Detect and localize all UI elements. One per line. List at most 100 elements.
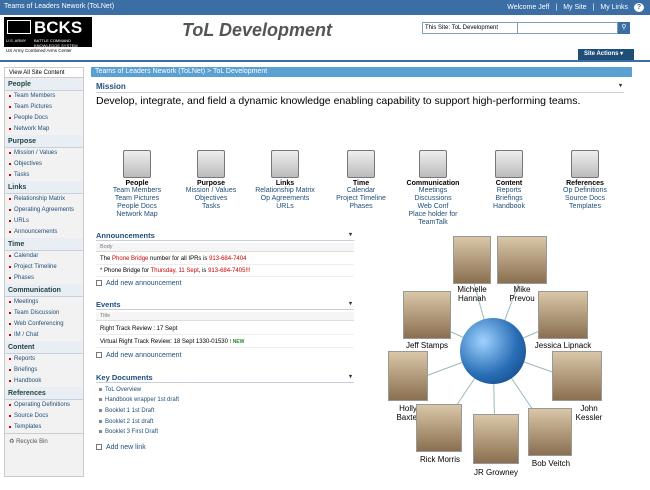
nav-item[interactable]: Meetings [5, 297, 83, 308]
nav-item[interactable]: Handbook [5, 376, 83, 387]
category-label[interactable]: Content [472, 180, 546, 187]
category-link[interactable]: Team Members [100, 187, 174, 195]
search-input[interactable] [518, 22, 618, 34]
bcks-logo[interactable]: BCKS U.S. ARMY BATTLE COMMAND KNOWLEDGE … [4, 17, 92, 48]
nav-heading-content[interactable]: Content [5, 341, 83, 354]
web-part-menu-icon[interactable]: ▾ [349, 300, 352, 307]
nav-heading-people[interactable]: People [5, 78, 83, 91]
category-link[interactable]: Phases [324, 203, 398, 211]
nav-item[interactable]: Mission / Values [5, 148, 83, 159]
category-link[interactable]: Handbook [472, 203, 546, 211]
category-link[interactable]: URLs [248, 203, 322, 211]
nav-heading-communication[interactable]: Communication [5, 284, 83, 297]
my-site-link[interactable]: My Site [563, 4, 586, 11]
event-row[interactable]: Virtual Right Track Review: 18 Sept 1330… [96, 336, 354, 348]
category-link[interactable]: Project Timeline [324, 195, 398, 203]
links-icon[interactable] [271, 150, 299, 178]
nav-item[interactable]: Team Pictures [5, 102, 83, 113]
nav-item[interactable]: Calendar [5, 251, 83, 262]
content-icon[interactable] [495, 150, 523, 178]
site-actions-menu[interactable]: Site Actions ▾ [578, 49, 634, 60]
nav-item[interactable]: Announcements [5, 227, 83, 238]
nav-heading-purpose[interactable]: Purpose [5, 135, 83, 148]
category-link[interactable]: Source Docs [548, 195, 622, 203]
category-link[interactable]: Relationship Matrix [248, 187, 322, 195]
nav-item[interactable]: Network Map [5, 124, 83, 135]
category-label[interactable]: Purpose [174, 180, 248, 187]
category-link[interactable]: Reports [472, 187, 546, 195]
category-link[interactable]: Calendar [324, 187, 398, 195]
time-icon[interactable] [347, 150, 375, 178]
category-link[interactable]: Network Map [100, 211, 174, 219]
document-link[interactable]: ToL Overview [99, 386, 141, 395]
site-name-link[interactable]: Teams of Leaders Nework (ToLNet) [4, 3, 114, 10]
search-scope-select[interactable]: This Site: ToL Development [422, 22, 518, 34]
web-part-menu-icon[interactable]: ▾ [619, 82, 622, 89]
search-icon[interactable]: ⚲ [618, 22, 630, 34]
nav-item[interactable]: Source Docs [5, 411, 83, 422]
nav-item[interactable]: People Docs [5, 113, 83, 124]
document-link[interactable]: Booklet 1 1st Draft [99, 407, 154, 416]
nav-item[interactable]: Phases [5, 273, 83, 284]
category-link[interactable]: Place holder for [396, 211, 470, 219]
category-label[interactable]: References [548, 180, 622, 187]
category-link[interactable]: Web Conf [396, 203, 470, 211]
welcome-menu[interactable]: Welcome Jeff [507, 4, 549, 11]
category-link[interactable]: Discussions [396, 195, 470, 203]
nav-item[interactable]: Team Members [5, 91, 83, 102]
event-row[interactable]: Right Track Review : 17 Sept [96, 323, 354, 335]
nav-item[interactable]: IM / Chat [5, 330, 83, 341]
nav-heading-references[interactable]: References [5, 387, 83, 400]
add-event-link[interactable]: Add new announcement [96, 351, 182, 361]
nav-heading-links[interactable]: Links [5, 181, 83, 194]
category-link[interactable]: Op Definitions [548, 187, 622, 195]
add-link-link[interactable]: Add new link [96, 443, 146, 453]
add-announcement-link[interactable]: Add new announcement [96, 279, 182, 289]
nav-item[interactable]: URLs [5, 216, 83, 227]
title-column-header[interactable]: Title [96, 312, 354, 321]
recycle-bin-link[interactable]: ♻ Recycle Bin [5, 433, 83, 449]
web-part-menu-icon[interactable]: ▾ [349, 373, 352, 380]
category-link[interactable]: Meetings [396, 187, 470, 195]
my-links-menu[interactable]: My Links [600, 4, 628, 11]
nav-item[interactable]: Templates [5, 422, 83, 433]
category-label[interactable]: Links [248, 180, 322, 187]
events-heading[interactable]: Events ▾ [96, 300, 354, 310]
announcement-row[interactable]: The Phone Bridge number for all IPRs is … [96, 253, 354, 265]
nav-item[interactable]: Web Conferencing [5, 319, 83, 330]
key-documents-heading[interactable]: Key Documents ▾ [96, 373, 354, 383]
category-link[interactable]: TeamTalk [396, 219, 470, 227]
category-link[interactable]: Templates [548, 203, 622, 211]
nav-item[interactable]: Relationship Matrix [5, 194, 83, 205]
nav-heading-time[interactable]: Time [5, 238, 83, 251]
nav-item[interactable]: Operating Agreements [5, 205, 83, 216]
document-link[interactable]: Booklet 3 First Draft [99, 428, 158, 437]
nav-item[interactable]: Team Discussion [5, 308, 83, 319]
category-link[interactable]: Objectives [174, 195, 248, 203]
announcements-heading[interactable]: Announcements ▾ [96, 231, 354, 241]
nav-item[interactable]: Tasks [5, 170, 83, 181]
communication-icon[interactable] [419, 150, 447, 178]
category-link[interactable]: Tasks [174, 203, 248, 211]
view-all-content-link[interactable]: View All Site Content [5, 68, 83, 78]
nav-item[interactable]: Briefings [5, 365, 83, 376]
document-link[interactable]: Handbook wrapper 1st draft [99, 396, 179, 405]
category-link[interactable]: Mission / Values [174, 187, 248, 195]
category-label[interactable]: Time [324, 180, 398, 187]
category-label[interactable]: People [100, 180, 174, 187]
announcement-row[interactable]: * Phone Bridge for Thursday, 11 Sept, is… [96, 265, 354, 277]
category-link[interactable]: Op Agreements [248, 195, 322, 203]
category-link[interactable]: Briefings [472, 195, 546, 203]
help-icon[interactable]: ? [634, 3, 644, 12]
web-part-menu-icon[interactable]: ▾ [349, 231, 352, 238]
category-link[interactable]: Team Pictures [100, 195, 174, 203]
document-link[interactable]: Booklet 2 1st draft [99, 418, 153, 427]
nav-item[interactable]: Objectives [5, 159, 83, 170]
references-icon[interactable] [571, 150, 599, 178]
body-column-header[interactable]: Body [96, 243, 354, 252]
nav-item[interactable]: Project Timeline [5, 262, 83, 273]
breadcrumb[interactable]: Teams of Leaders Nework (ToLNet) > ToL D… [91, 67, 632, 77]
nav-item[interactable]: Operating Definitions [5, 400, 83, 411]
category-link[interactable]: People Docs [100, 203, 174, 211]
nav-item[interactable]: Reports [5, 354, 83, 365]
